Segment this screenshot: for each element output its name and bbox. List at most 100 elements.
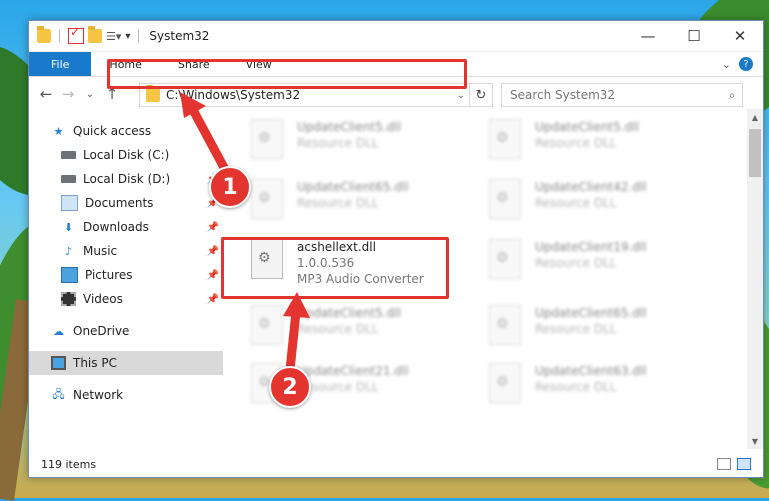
file-type: Resource DLL xyxy=(297,196,379,210)
main-area: ★ Quick access Local Disk (C:) Local Dis… xyxy=(29,109,763,449)
expand-ribbon-chevron-icon[interactable]: ⌄ xyxy=(722,58,731,71)
address-bar[interactable]: C:\Windows\System32 ⌄ ↻ xyxy=(139,83,493,107)
file-name: UpdateClient65.dll xyxy=(297,180,409,194)
list-item-acshellext[interactable]: acshellext.dll 1.0.0.536 MP3 Audio Conve… xyxy=(251,239,481,291)
sidebar-item-this-pc[interactable]: This PC xyxy=(29,351,223,375)
file-type: Resource DLL xyxy=(297,380,379,394)
sidebar-item-onedrive[interactable]: ☁ OneDrive xyxy=(29,319,223,343)
scroll-down-icon[interactable]: ▼ xyxy=(747,433,763,449)
sidebar-item-documents[interactable]: Documents 📌 xyxy=(29,191,223,215)
list-item[interactable]: UpdateClient5.dll Resource DLL xyxy=(251,305,481,347)
pin-icon: 📌 xyxy=(206,293,219,305)
sidebar-item-label: Network xyxy=(73,388,124,402)
sidebar-item-label: Local Disk (C:) xyxy=(83,148,170,162)
file-type: Resource DLL xyxy=(535,380,617,394)
dll-file-icon xyxy=(251,179,283,219)
sidebar-item-downloads[interactable]: ⬇ Downloads 📌 xyxy=(29,215,223,239)
ribbon-tabs: File Home Share View ⌄ ? xyxy=(29,52,763,77)
file-type: Resource DLL xyxy=(297,136,379,150)
details-view-icon[interactable] xyxy=(717,458,731,470)
file-name: UpdateClient19.dll xyxy=(535,240,647,254)
tab-file[interactable]: File xyxy=(29,52,92,76)
toolbar-menu-icon[interactable]: ☰▾ xyxy=(106,30,121,43)
large-icons-view-icon[interactable] xyxy=(737,458,751,470)
pin-icon: 📌 xyxy=(206,269,219,281)
dll-file-icon xyxy=(251,239,283,279)
disk-icon xyxy=(61,151,76,159)
new-folder-icon[interactable] xyxy=(88,26,102,43)
search-icon[interactable]: ⌕ xyxy=(722,88,742,103)
list-item[interactable]: UpdateClient5.dll Resource DLL xyxy=(489,119,719,161)
file-name: acshellext.dll xyxy=(297,240,376,254)
close-button[interactable]: ✕ xyxy=(717,21,763,51)
window-controls: — ☐ ✕ xyxy=(625,21,763,51)
search-box[interactable]: ⌕ xyxy=(501,83,743,107)
list-item[interactable]: UpdateClient19.dll Resource DLL xyxy=(489,239,719,281)
callout-badge-2: 2 xyxy=(269,366,311,408)
tab-view[interactable]: View xyxy=(228,52,290,76)
refresh-button[interactable]: ↻ xyxy=(469,84,492,106)
maximize-button[interactable]: ☐ xyxy=(671,21,717,51)
window-title: System32 xyxy=(149,29,210,43)
help-icon[interactable]: ? xyxy=(739,57,753,71)
scrollbar-thumb[interactable] xyxy=(749,129,761,177)
dll-file-icon xyxy=(489,239,521,279)
sidebar-item-network[interactable]: 🖧 Network xyxy=(29,383,223,407)
divider xyxy=(138,29,140,43)
network-icon: 🖧 xyxy=(52,387,65,401)
address-path[interactable]: C:\Windows\System32 xyxy=(166,88,453,102)
file-description: MP3 Audio Converter xyxy=(297,272,424,286)
quick-access-toolbar: ☰▾ ▾ xyxy=(29,25,143,44)
file-type: Resource DLL xyxy=(297,322,379,336)
back-button[interactable]: ← xyxy=(35,85,57,103)
dll-file-icon xyxy=(489,305,521,345)
minimize-button[interactable]: — xyxy=(625,21,671,51)
up-button[interactable]: ↑ xyxy=(101,85,123,103)
dll-file-icon xyxy=(489,179,521,219)
properties-icon[interactable] xyxy=(68,25,84,44)
cloud-icon: ☁ xyxy=(53,324,64,338)
sidebar-item-label: Local Disk (D:) xyxy=(83,172,171,186)
navigation-pane: ★ Quick access Local Disk (C:) Local Dis… xyxy=(29,109,223,449)
sidebar-item-videos[interactable]: Videos 📌 xyxy=(29,287,223,311)
list-item[interactable]: UpdateClient42.dll Resource DLL xyxy=(489,179,719,221)
file-name: UpdateClient42.dll xyxy=(535,180,647,194)
item-count: 119 items xyxy=(41,457,97,471)
status-bar: 119 items xyxy=(29,451,763,477)
callout-badge-1: 1 xyxy=(209,166,251,208)
file-explorer-window: ☰▾ ▾ System32 — ☐ ✕ File Home Share View… xyxy=(28,20,764,478)
navigation-bar: ← → ⌄ ↑ C:\Windows\System32 ⌄ ↻ ⌕ xyxy=(29,77,763,111)
file-type: Resource DLL xyxy=(535,196,617,210)
search-input[interactable] xyxy=(502,87,722,103)
file-type: Resource DLL xyxy=(535,322,617,336)
file-type: Resource DLL xyxy=(535,256,617,270)
tab-home[interactable]: Home xyxy=(91,52,159,76)
sidebar-item-label: Downloads xyxy=(83,220,149,234)
file-name: UpdateClient63.dll xyxy=(535,364,647,378)
tab-share[interactable]: Share xyxy=(160,52,228,76)
list-item[interactable]: UpdateClient65.dll Resource DLL xyxy=(489,305,719,347)
list-item[interactable]: UpdateClient63.dll Resource DLL xyxy=(489,363,719,405)
sidebar-item-label: Music xyxy=(83,244,118,258)
vertical-scrollbar[interactable]: ▲ ▼ xyxy=(747,109,763,449)
customize-toolbar-chevron-icon[interactable]: ▾ xyxy=(125,31,130,42)
forward-button[interactable]: → xyxy=(57,85,79,103)
file-name: UpdateClient5.dll xyxy=(535,120,639,134)
recent-locations-chevron-icon[interactable]: ⌄ xyxy=(79,89,101,100)
list-item[interactable]: UpdateClient5.dll Resource DLL xyxy=(251,119,481,161)
sidebar-item-label: Pictures xyxy=(85,268,133,282)
pin-icon: 📌 xyxy=(206,245,219,257)
sidebar-item-label: Documents xyxy=(85,196,154,210)
sidebar-item-music[interactable]: ♪ Music 📌 xyxy=(29,239,223,263)
disk-icon xyxy=(61,175,76,183)
folder-icon xyxy=(37,26,51,43)
scroll-up-icon[interactable]: ▲ xyxy=(747,109,763,125)
sidebar-item-quick-access[interactable]: ★ Quick access xyxy=(29,119,223,143)
dll-file-icon xyxy=(489,119,521,159)
sidebar-item-local-disk-d[interactable]: Local Disk (D:) 📌 xyxy=(29,167,223,191)
sidebar-item-local-disk-c[interactable]: Local Disk (C:) xyxy=(29,143,223,167)
address-dropdown-icon[interactable]: ⌄ xyxy=(453,90,469,101)
list-item[interactable]: UpdateClient65.dll Resource DLL xyxy=(251,179,481,221)
music-icon: ♪ xyxy=(64,244,73,258)
sidebar-item-pictures[interactable]: Pictures 📌 xyxy=(29,263,223,287)
